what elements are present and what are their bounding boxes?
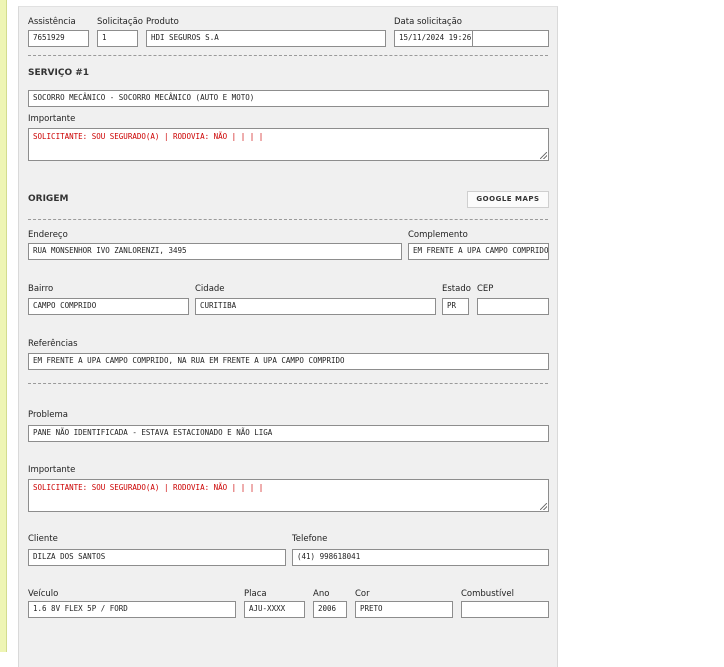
- veiculo-label: Veículo: [28, 589, 59, 599]
- service-form-panel: Assistência 7651929 Solicitação 1 Produt…: [18, 6, 558, 667]
- cidade-label: Cidade: [195, 284, 225, 294]
- placa-field[interactable]: AJU-XXXX: [244, 601, 305, 618]
- endereco-field[interactable]: RUA MONSENHOR IVO ZANLORENZI, 3495: [28, 243, 402, 260]
- left-accent-strip: [0, 0, 7, 652]
- importante-label: Importante: [28, 465, 76, 475]
- combustivel-label: Combustível: [461, 589, 514, 599]
- bairro-label: Bairro: [28, 284, 54, 294]
- assistencia-field[interactable]: 7651929: [28, 30, 89, 47]
- assistencia-label: Assistência: [28, 17, 76, 27]
- complemento-label: Complemento: [408, 230, 468, 240]
- detalhes-importante-textarea[interactable]: SOLICITANTE: SOU SEGURADO(A) | RODOVIA: …: [28, 479, 549, 512]
- produto-field[interactable]: HDI SEGUROS S.A: [146, 30, 386, 47]
- telefone-field[interactable]: (41) 998618041: [292, 549, 549, 566]
- cor-field[interactable]: PRETO: [355, 601, 453, 618]
- estado-field[interactable]: PR: [442, 298, 469, 315]
- problema-label: Problema: [28, 410, 68, 420]
- divider: [28, 219, 548, 220]
- detalhes-importante-text: SOLICITANTE: SOU SEGURADO(A) | RODOVIA: …: [33, 483, 264, 492]
- resize-grip-icon[interactable]: [540, 503, 547, 510]
- complemento-field[interactable]: EM FRENTE A UPA CAMPO COMPRIDO: [408, 243, 549, 260]
- produto-label: Produto: [146, 17, 179, 27]
- cep-label: CEP: [477, 284, 494, 294]
- data-solicitacao-field[interactable]: 15/11/2024 19:26: [394, 30, 473, 47]
- combustivel-field[interactable]: [461, 601, 549, 618]
- google-maps-button[interactable]: GOOGLE MAPS: [467, 191, 549, 208]
- solicitacao-field[interactable]: 1: [97, 30, 138, 47]
- cep-field[interactable]: [477, 298, 549, 315]
- cliente-field[interactable]: DILZA DOS SANTOS: [28, 549, 286, 566]
- data-solicitacao-label: Data solicitação: [394, 17, 463, 27]
- importante-label: Importante: [28, 114, 76, 124]
- hora-field[interactable]: [472, 30, 549, 47]
- cidade-field[interactable]: CURITIBA: [195, 298, 436, 315]
- resize-grip-icon[interactable]: [540, 152, 547, 159]
- solicitacao-label: Solicitação: [97, 17, 143, 27]
- ano-field[interactable]: 2006: [313, 601, 347, 618]
- cliente-label: Cliente: [28, 534, 58, 544]
- problema-field[interactable]: PANE NÃO IDENTIFICADA - ESTAVA ESTACIONA…: [28, 425, 549, 442]
- ano-label: Ano: [313, 589, 330, 599]
- estado-label: Estado: [442, 284, 471, 294]
- divider: [28, 55, 548, 56]
- servico-title: SERVIÇO #1: [28, 68, 90, 78]
- servico-importante-textarea[interactable]: SOLICITANTE: SOU SEGURADO(A) | RODOVIA: …: [28, 128, 549, 161]
- placa-label: Placa: [244, 589, 267, 599]
- servico-tipo-field[interactable]: SOCORRO MECÂNICO - SOCORRO MECÂNICO (AUT…: [28, 90, 549, 107]
- servico-importante-text: SOLICITANTE: SOU SEGURADO(A) | RODOVIA: …: [33, 132, 264, 141]
- divider: [28, 383, 548, 384]
- veiculo-field[interactable]: 1.6 8V FLEX 5P / FORD: [28, 601, 236, 618]
- referencias-field[interactable]: EM FRENTE A UPA CAMPO COMPRIDO, NA RUA E…: [28, 353, 549, 370]
- endereco-label: Endereço: [28, 230, 68, 240]
- origem-title: ORIGEM: [28, 194, 69, 204]
- referencias-label: Referências: [28, 339, 78, 349]
- cor-label: Cor: [355, 589, 370, 599]
- telefone-label: Telefone: [292, 534, 328, 544]
- bairro-field[interactable]: CAMPO COMPRIDO: [28, 298, 189, 315]
